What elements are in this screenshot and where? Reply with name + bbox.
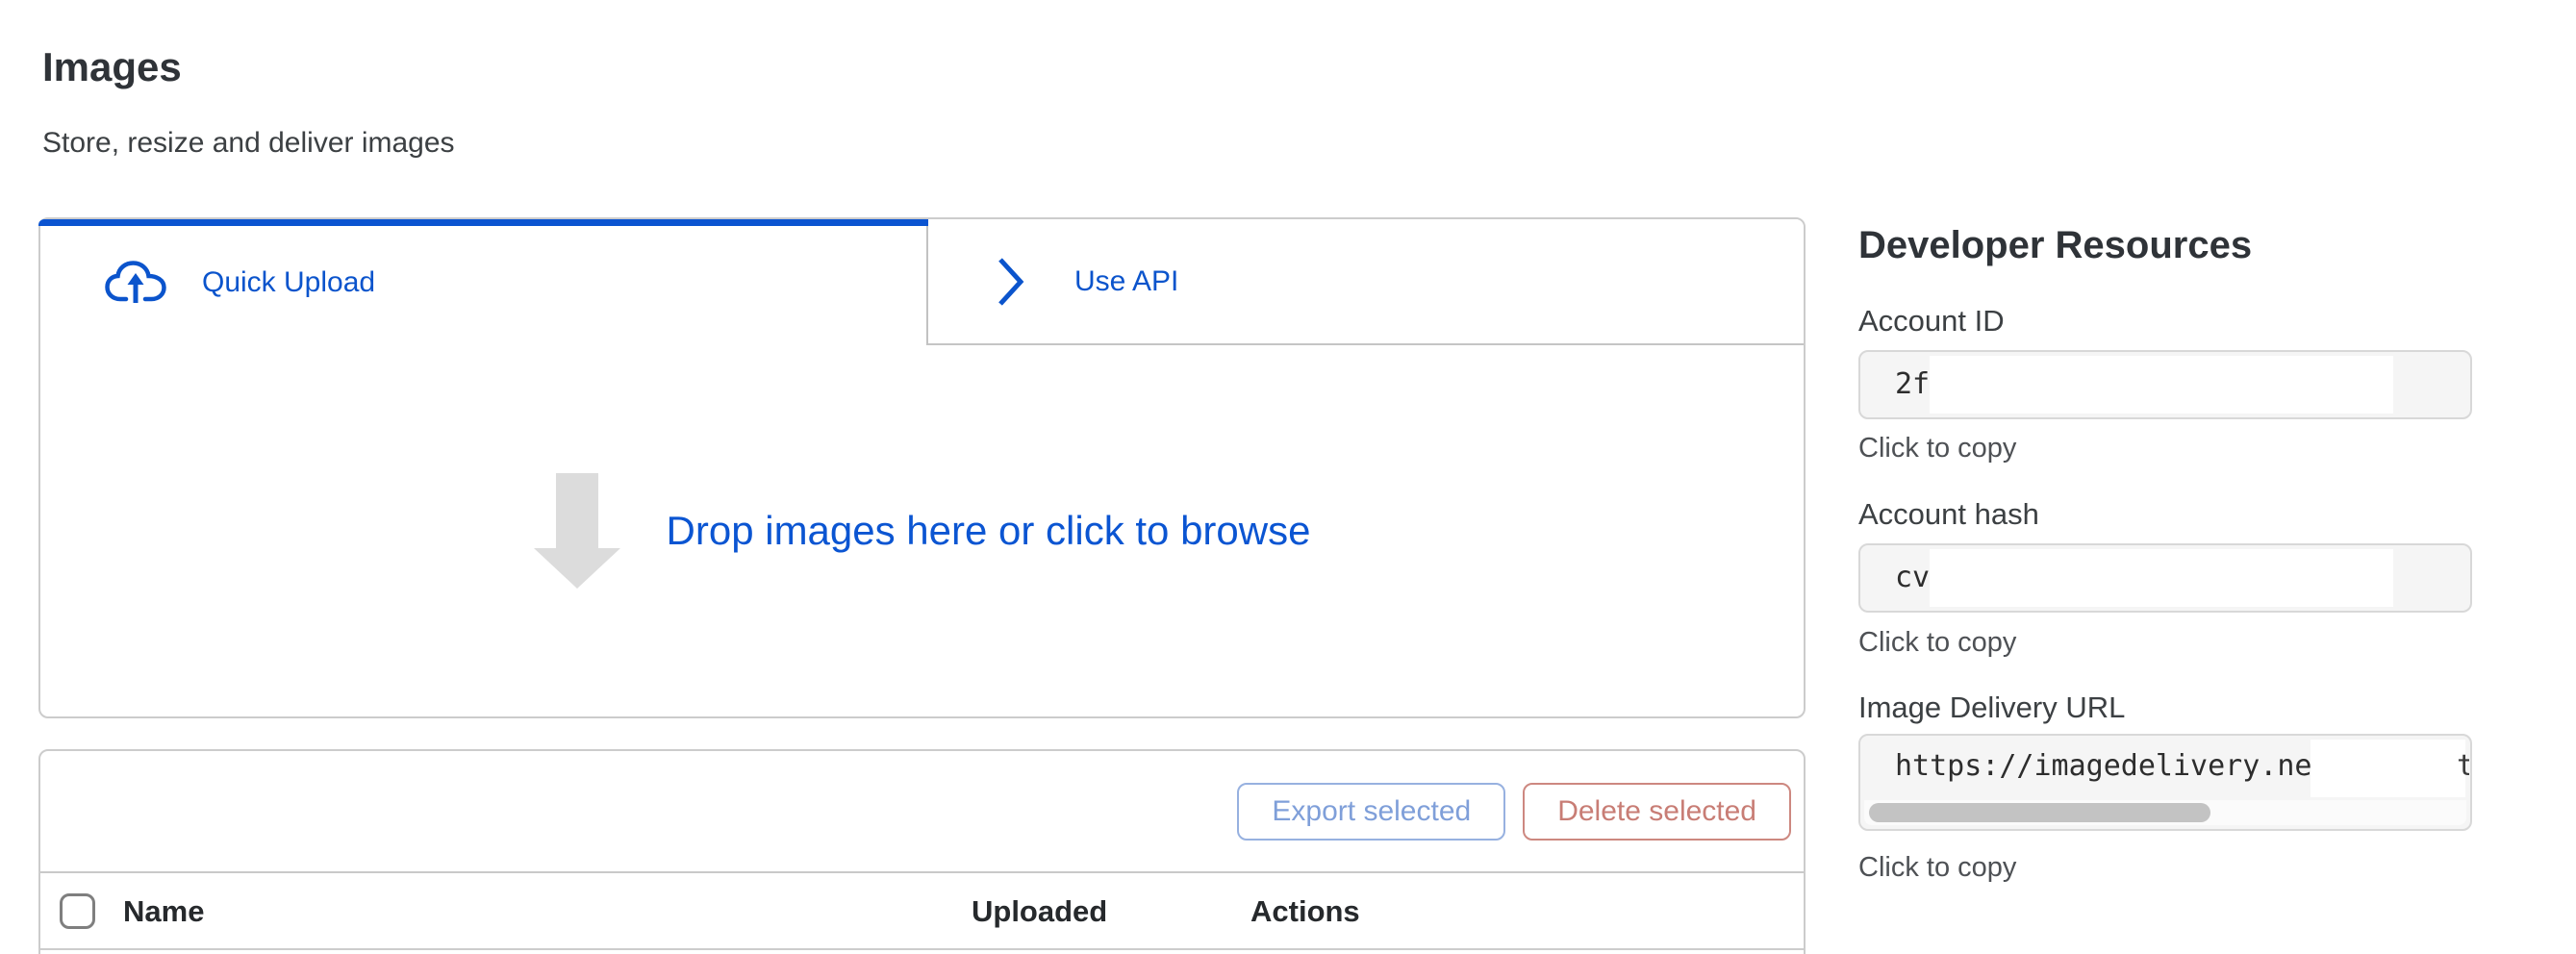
chevron-right-icon bbox=[996, 256, 1026, 308]
page-title: Images bbox=[42, 44, 182, 90]
url-horizontal-scrollbar[interactable] bbox=[1864, 800, 2466, 825]
url-clipped-fragment: t bbox=[2457, 736, 2469, 797]
scrollbar-thumb[interactable] bbox=[1869, 803, 2210, 822]
tab-quick-upload[interactable]: Quick Upload bbox=[40, 219, 926, 345]
developer-resources-heading: Developer Resources bbox=[1858, 224, 2252, 267]
dropzone[interactable]: Drop images here or click to browse bbox=[40, 345, 1804, 716]
arrow-down-icon bbox=[534, 473, 620, 589]
delete-selected-button[interactable]: Delete selected bbox=[1523, 783, 1791, 841]
image-list-card: Export selected Delete selected Name Upl… bbox=[38, 749, 1806, 954]
list-toolbar: Export selected Delete selected bbox=[40, 751, 1804, 873]
cloud-upload-icon bbox=[104, 260, 167, 306]
tab-label-quick-upload: Quick Upload bbox=[202, 266, 375, 299]
account-hash-label: Account hash bbox=[1858, 497, 2039, 532]
active-tab-indicator bbox=[38, 219, 928, 226]
upload-card: Quick Upload Use API Drop images here or… bbox=[38, 217, 1806, 718]
column-header-name: Name bbox=[123, 873, 204, 950]
account-id-copybox[interactable]: 2f3d bbox=[1858, 350, 2472, 419]
image-delivery-url-label: Image Delivery URL bbox=[1858, 690, 2125, 725]
image-delivery-url-copy-hint: Click to copy bbox=[1858, 852, 2016, 884]
tab-bar: Quick Upload Use API bbox=[40, 219, 1804, 345]
redaction-overlay bbox=[1930, 356, 2393, 414]
column-header-actions: Actions bbox=[1250, 873, 1360, 950]
select-all-checkbox[interactable] bbox=[60, 893, 95, 929]
tab-label-use-api: Use API bbox=[1074, 265, 1178, 298]
export-selected-button[interactable]: Export selected bbox=[1237, 783, 1505, 841]
account-id-copy-hint: Click to copy bbox=[1858, 433, 2016, 464]
redaction-overlay bbox=[1930, 549, 2393, 607]
table-header-row: Name Uploaded Actions bbox=[40, 873, 1804, 950]
redaction-overlay bbox=[2311, 740, 2465, 797]
dropzone-label: Drop images here or click to browse bbox=[667, 508, 1311, 554]
page-subtitle: Store, resize and deliver images bbox=[42, 127, 455, 160]
image-delivery-url-copybox[interactable]: https://imagedelivery.net/cv0JS t bbox=[1858, 734, 2472, 831]
account-hash-copybox[interactable]: cv0J bbox=[1858, 543, 2472, 613]
tab-use-api[interactable]: Use API bbox=[926, 219, 1804, 345]
column-header-uploaded: Uploaded bbox=[972, 873, 1107, 950]
account-hash-copy-hint: Click to copy bbox=[1858, 627, 2016, 659]
account-id-label: Account ID bbox=[1858, 304, 2005, 339]
